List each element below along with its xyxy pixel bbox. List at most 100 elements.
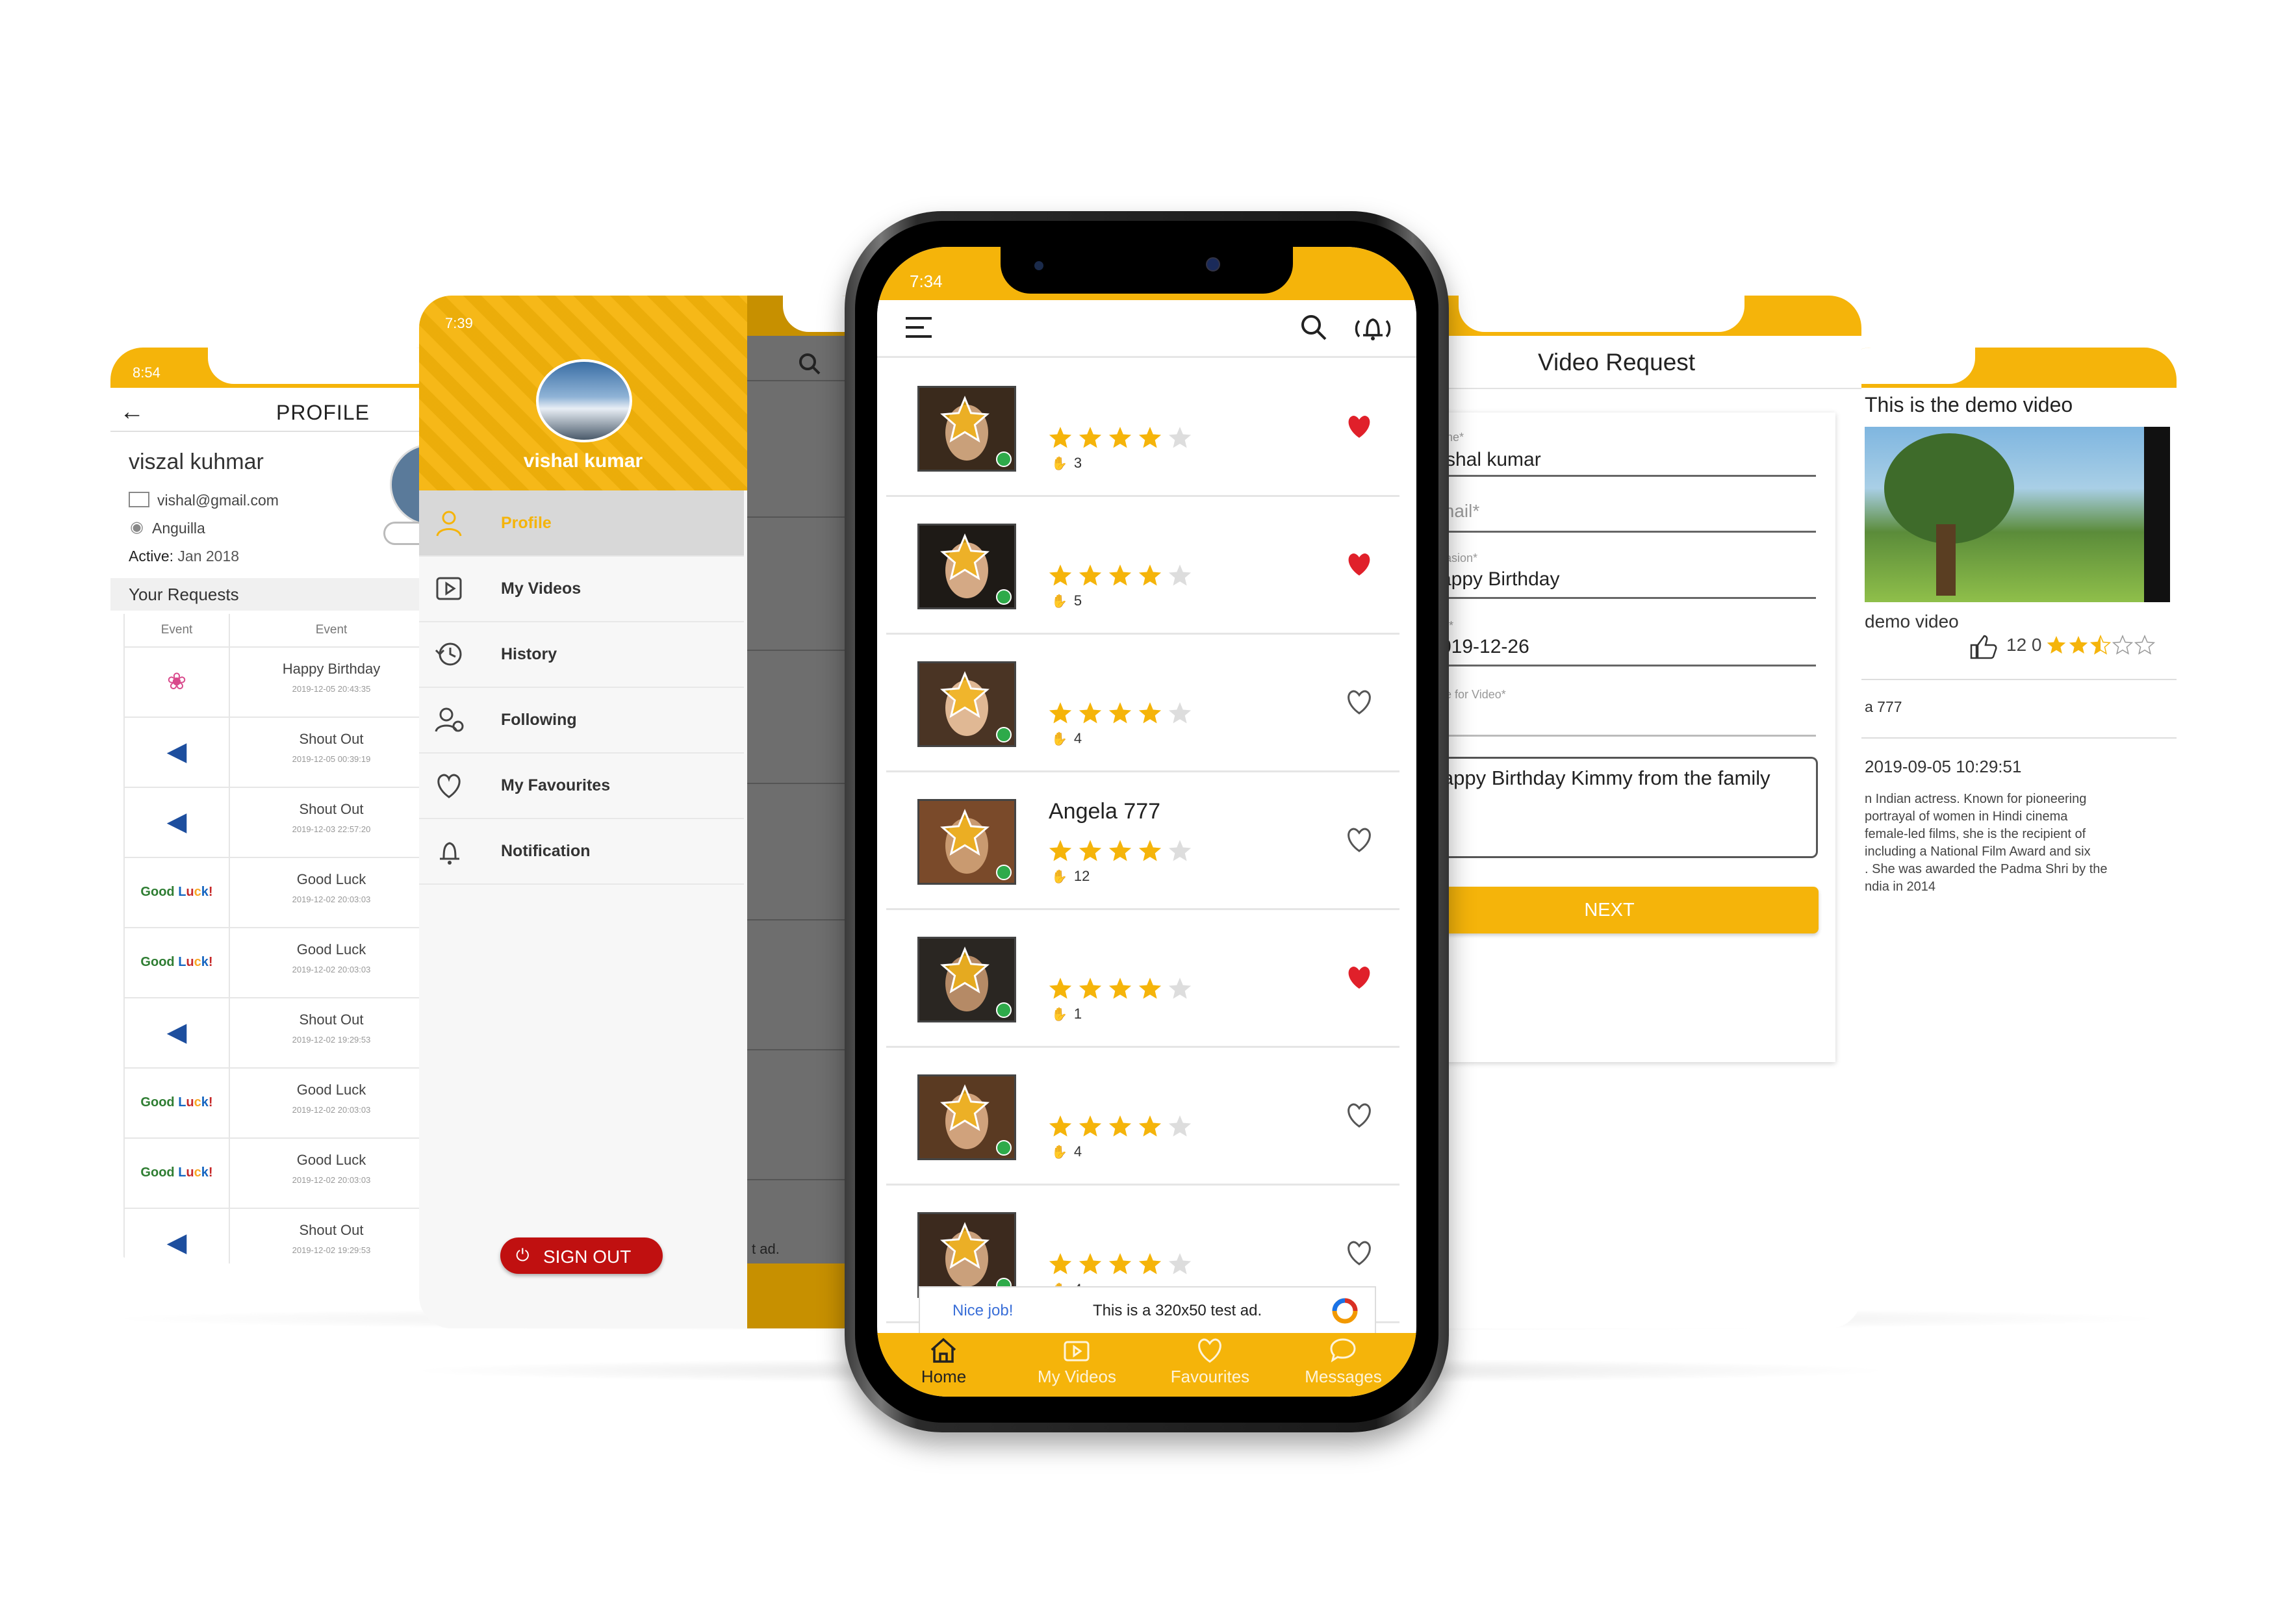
like-count-value: 3	[1073, 455, 1082, 471]
star-filled-icon	[1138, 1115, 1162, 1137]
star-filled-icon	[1049, 1253, 1072, 1275]
drawer-item-following[interactable]: Following	[419, 687, 744, 754]
status-time: 7:34	[910, 272, 943, 291]
list-item[interactable]: ✋4	[886, 633, 1399, 772]
megaphone-icon: ◀	[166, 1018, 187, 1047]
table-row[interactable]: Good Luck! Good Luck 2019-12-02 20:03:03	[123, 1137, 448, 1209]
heart-outline-icon[interactable]	[1345, 1239, 1373, 1265]
table-row[interactable]: Good Luck! Good Luck 2019-12-02 20:03:03	[123, 927, 448, 998]
request-icon-cell: ❀	[123, 646, 230, 717]
following-icon	[435, 707, 464, 732]
table-row[interactable]: ❀ Happy Birthday 2019-12-05 20:43:35	[123, 646, 448, 718]
name-field[interactable]: shal kumar	[1446, 449, 1541, 471]
table-row[interactable]: ◀ Shout Out 2019-12-02 19:29:53	[123, 1208, 448, 1263]
tab-my-videos[interactable]: My Videos	[1010, 1333, 1143, 1397]
star-empty-icon	[1168, 565, 1192, 586]
heart-filled-icon[interactable]	[1345, 551, 1373, 577]
heart-icon	[437, 774, 461, 798]
rating-stars	[1049, 1114, 1198, 1140]
history-icon	[435, 642, 462, 666]
star-empty-icon	[1168, 1115, 1192, 1137]
occasion-field[interactable]: appy Birthday	[1440, 568, 1559, 590]
request-icon-cell: ◀	[123, 787, 230, 857]
star-badge-icon	[940, 946, 990, 994]
list-item[interactable]: ✋ 5	[886, 495, 1399, 635]
good-luck-icon: Good Luck!	[140, 1095, 213, 1110]
drawer-item-history[interactable]: History	[419, 622, 744, 688]
celebrity-thumbnail[interactable]	[917, 1074, 1016, 1160]
celebrity-thumbnail[interactable]	[917, 661, 1016, 747]
thumbs-up-icon[interactable]	[1969, 633, 1999, 659]
star-rating	[1049, 1115, 1192, 1137]
request-date: 2019-12-05 20:43:35	[292, 684, 371, 694]
search-icon[interactable]	[797, 351, 823, 377]
tab-messages[interactable]: Messages	[1277, 1333, 1410, 1397]
heart-filled-icon[interactable]	[1345, 964, 1373, 990]
list-item[interactable]: ✋4	[886, 1046, 1399, 1186]
table-row[interactable]: ◀ Shout Out 2019-12-03 22:57:20	[123, 787, 448, 858]
celebrity-thumbnail[interactable]	[917, 524, 1016, 609]
like-count-value: 5	[1073, 592, 1082, 609]
heart-outline-icon[interactable]	[1345, 826, 1373, 852]
verified-icon	[996, 451, 1012, 467]
heart-outline-icon[interactable]	[1345, 689, 1373, 715]
drawer-item-profile[interactable]: Profile	[419, 490, 744, 557]
request-date: 2019-12-02 20:03:03	[292, 1105, 371, 1115]
table-row[interactable]: ◀ Shout Out 2019-12-05 00:39:19	[123, 717, 448, 788]
message-textarea[interactable]: lappy Birthday Kimmy from the family	[1400, 757, 1818, 858]
camera-icon	[1206, 257, 1220, 272]
tree-trunk	[1936, 524, 1956, 596]
chat-icon	[1330, 1338, 1356, 1363]
table-row[interactable]: Good Luck! Good Luck 2019-12-02 20:03:03	[123, 857, 448, 928]
ad-banner[interactable]: Nice job! This is a 320x50 test ad.	[919, 1286, 1376, 1334]
like-count-value: 1	[1073, 1006, 1082, 1022]
heart-outline-icon[interactable]	[1345, 1102, 1373, 1128]
megaphone-icon: ◀	[166, 737, 187, 766]
drawer-item-my-favourites[interactable]: My Favourites	[419, 753, 744, 819]
status-time: 8:54	[133, 364, 160, 381]
list-item[interactable]: ✋ 1	[886, 908, 1399, 1048]
like-count: ✋ 5	[1051, 592, 1082, 609]
like-count: ✋ 3	[1051, 455, 1082, 472]
star-empty-icon	[2112, 635, 2134, 655]
table-row[interactable]: ◀ Shout Out 2019-12-02 19:29:53	[123, 997, 448, 1069]
sign-out-button[interactable]: ⏻ SIGN OUT	[500, 1237, 663, 1274]
hamburger-menu-icon[interactable]	[906, 316, 934, 339]
star-filled-icon	[1138, 702, 1162, 724]
thumbs-up-icon: ✋	[1051, 457, 1067, 471]
drawer-item-label: Notification	[501, 842, 591, 860]
home-icon	[930, 1338, 956, 1363]
star-filled-icon	[2069, 636, 2088, 654]
drawer-user-name: vishal kumar	[523, 450, 643, 472]
bio-line: n Indian actress. Known for pioneering	[1865, 792, 2087, 806]
request-title: Happy Birthday	[282, 661, 381, 677]
star-filled-icon	[1079, 1253, 1102, 1275]
celebrity-thumbnail[interactable]	[917, 799, 1016, 885]
request-title: Good Luck	[296, 941, 366, 958]
app-bar: Video Request	[1400, 336, 1861, 389]
star-empty-icon	[1168, 702, 1192, 724]
list-item[interactable]: Angela 777 ✋ 12	[886, 770, 1399, 910]
tab-home[interactable]: Home	[877, 1333, 1010, 1397]
star-filled-icon	[1108, 427, 1132, 448]
date-field[interactable]: 019-12-26	[1440, 636, 1529, 658]
request-date: 2019-12-02 19:29:53	[292, 1035, 371, 1045]
heart-filled-icon[interactable]	[1345, 413, 1373, 439]
table-row[interactable]: Good Luck! Good Luck 2019-12-02 20:03:03	[123, 1067, 448, 1139]
next-button[interactable]: NEXT	[1400, 887, 1819, 933]
drawer-item-notification[interactable]: Notification	[419, 818, 744, 885]
video-title: This is the demo video	[1865, 393, 2073, 416]
celebrity-thumbnail[interactable]	[917, 937, 1016, 1022]
celebrity-thumbnail[interactable]	[917, 1212, 1016, 1298]
back-arrow-icon[interactable]: ←	[120, 398, 144, 426]
request-form-card: me* shal kumar mail* casion* appy Birthd…	[1400, 412, 1835, 1062]
tab-favourites[interactable]: Favourites	[1143, 1333, 1277, 1397]
drawer-item-my-videos[interactable]: My Videos	[419, 556, 744, 622]
list-item[interactable]: ✋ 3	[886, 357, 1399, 497]
notification-bell-icon[interactable]	[1351, 312, 1394, 343]
main-screen: 7:34 ✋3✋5✋4Angela 777✋12✋1✋4✋4 Nice job!…	[877, 247, 1416, 1397]
bio-line: female-led films, she is the recipient o…	[1865, 827, 2086, 841]
video-player[interactable]	[1865, 427, 2170, 602]
search-icon[interactable]	[1299, 313, 1328, 342]
celebrity-thumbnail[interactable]	[917, 386, 1016, 472]
